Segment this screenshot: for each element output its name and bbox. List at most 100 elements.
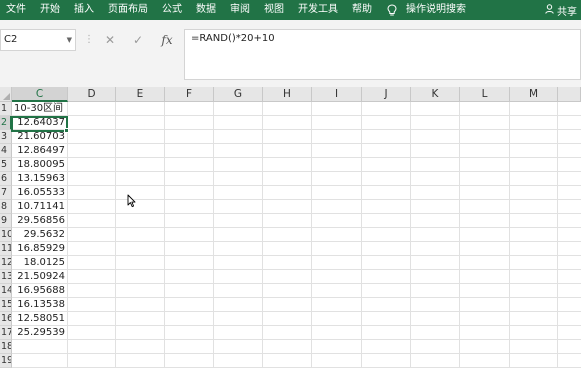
column-header-partial[interactable] — [558, 87, 581, 102]
row-header-8[interactable]: 8 — [0, 200, 12, 214]
x-icon[interactable]: ✕ — [100, 29, 120, 51]
cell-c15[interactable]: 16.13538 — [12, 298, 67, 312]
cell-c7[interactable]: 16.05533 — [12, 186, 67, 200]
menu-insert[interactable]: 插入 — [67, 0, 101, 20]
cell-c9[interactable]: 29.56856 — [12, 214, 67, 228]
grid-row-line — [12, 325, 581, 326]
menu-formulas[interactable]: 公式 — [155, 0, 189, 20]
column-header-j[interactable]: J — [362, 87, 411, 102]
menu-home[interactable]: 开始 — [33, 0, 67, 20]
grid-row-line — [12, 143, 581, 144]
grid-column-line — [557, 102, 558, 368]
row-header-16[interactable]: 16 — [0, 312, 12, 326]
grid-column-line — [164, 102, 165, 368]
row-header-17[interactable]: 17 — [0, 326, 12, 340]
cell-c14[interactable]: 16.95688 — [12, 284, 67, 298]
row-header-10[interactable]: 10 — [0, 228, 12, 242]
grid-row-line — [12, 241, 581, 242]
share-button[interactable]: 共享 — [545, 0, 581, 20]
cell-c13[interactable]: 21.50924 — [12, 270, 67, 284]
column-header-e[interactable]: E — [116, 87, 165, 102]
fill-handle[interactable] — [64, 128, 69, 133]
grid-row-line — [12, 213, 581, 214]
row-header-18[interactable]: 18 — [0, 340, 12, 354]
cell-c17[interactable]: 25.29539 — [12, 326, 67, 340]
mouse-pointer-icon — [127, 194, 136, 208]
column-header-h[interactable]: H — [263, 87, 312, 102]
column-header-g[interactable]: G — [214, 87, 263, 102]
name-box[interactable]: C2 ▼ — [0, 29, 76, 51]
check-icon[interactable]: ✓ — [128, 29, 148, 51]
grid-row-line — [12, 115, 581, 116]
row-header-4[interactable]: 4 — [0, 144, 12, 158]
row-header-3[interactable]: 3 — [0, 130, 12, 144]
column-header-d[interactable]: D — [68, 87, 116, 102]
cell-c11[interactable]: 16.85929 — [12, 242, 67, 256]
grid-column-line — [410, 102, 411, 368]
cell-c10[interactable]: 29.5632 — [12, 228, 67, 242]
column-header-l[interactable]: L — [460, 87, 510, 102]
cell-c6[interactable]: 13.15963 — [12, 172, 67, 186]
grid-column-line — [459, 102, 460, 368]
row-header-11[interactable]: 11 — [0, 242, 12, 256]
grid-row-line — [12, 185, 581, 186]
row-header-9[interactable]: 9 — [0, 214, 12, 228]
ribbon-menu-bar: 文件 开始 插入 页面布局 公式 数据 审阅 视图 开发工具 帮助 操作说明搜索… — [0, 0, 581, 20]
grid-column-line — [115, 102, 116, 368]
column-header-c[interactable]: C — [12, 87, 68, 102]
cell-c1-header[interactable]: 10-30区间 — [12, 102, 67, 116]
row-header-13[interactable]: 13 — [0, 270, 12, 284]
lightbulb-icon — [385, 0, 399, 20]
row-header-6[interactable]: 6 — [0, 172, 12, 186]
grid-column-line — [361, 102, 362, 368]
grid-row-line — [12, 269, 581, 270]
grid-row-line — [12, 297, 581, 298]
select-all-corner[interactable] — [0, 87, 12, 102]
chevron-down-icon[interactable]: ▼ — [67, 30, 72, 50]
grid-row-line — [12, 129, 581, 130]
column-header-k[interactable]: K — [411, 87, 460, 102]
column-header-m[interactable]: M — [510, 87, 558, 102]
person-icon — [545, 3, 554, 17]
insert-function-icon[interactable]: fx — [157, 29, 177, 51]
menu-help[interactable]: 帮助 — [345, 0, 379, 20]
menu-file[interactable]: 文件 — [0, 0, 33, 20]
grid-row-line — [12, 171, 581, 172]
cell-c5[interactable]: 18.80095 — [12, 158, 67, 172]
grid-row-line — [12, 339, 581, 340]
row-header-12[interactable]: 12 — [0, 256, 12, 270]
grid-row-line — [12, 283, 581, 284]
cell-c8[interactable]: 10.71141 — [12, 200, 67, 214]
menu-developer[interactable]: 开发工具 — [291, 0, 345, 20]
row-header-7[interactable]: 7 — [0, 186, 12, 200]
row-header-14[interactable]: 14 — [0, 284, 12, 298]
row-header-1[interactable]: 1 — [0, 102, 12, 116]
formula-bar-area: C2 ▼ ⋮ ✕ ✓ fx =RAND()*20+10 — [0, 26, 581, 82]
selected-cell-border — [11, 116, 68, 132]
worksheet-grid[interactable]: CDEFGHIJKLM 1 2 3 4 5 6 7 8 9 10 11 12 13 14 15 16 17 18 1… — [0, 82, 581, 368]
grid-column-line — [67, 102, 68, 368]
grid-column-line — [262, 102, 263, 368]
row-header-5[interactable]: 5 — [0, 158, 12, 172]
cell-c3[interactable]: 21.60703 — [12, 130, 67, 144]
cell-c12[interactable]: 18.0125 — [12, 256, 67, 270]
menu-page-layout[interactable]: 页面布局 — [101, 0, 155, 20]
column-header-f[interactable]: F — [165, 87, 214, 102]
share-label: 共享 — [557, 6, 577, 18]
grid-column-line — [311, 102, 312, 368]
cell-c4[interactable]: 12.86497 — [12, 144, 67, 158]
cell-c16[interactable]: 12.58051 — [12, 312, 67, 326]
grid-row-line — [12, 311, 581, 312]
column-header-i[interactable]: I — [312, 87, 362, 102]
formula-input[interactable]: =RAND()*20+10 — [184, 29, 581, 80]
grid-column-line — [509, 102, 510, 368]
row-header-15[interactable]: 15 — [0, 298, 12, 312]
menu-data[interactable]: 数据 — [189, 0, 223, 20]
grid-row-line — [12, 353, 581, 354]
name-box-value: C2 — [4, 34, 18, 45]
menu-view[interactable]: 视图 — [257, 0, 291, 20]
menu-review[interactable]: 审阅 — [223, 0, 257, 20]
row-header-19[interactable]: 19 — [0, 354, 12, 368]
tell-me-search[interactable]: 操作说明搜索 — [399, 0, 473, 20]
grid-row-line — [12, 255, 581, 256]
